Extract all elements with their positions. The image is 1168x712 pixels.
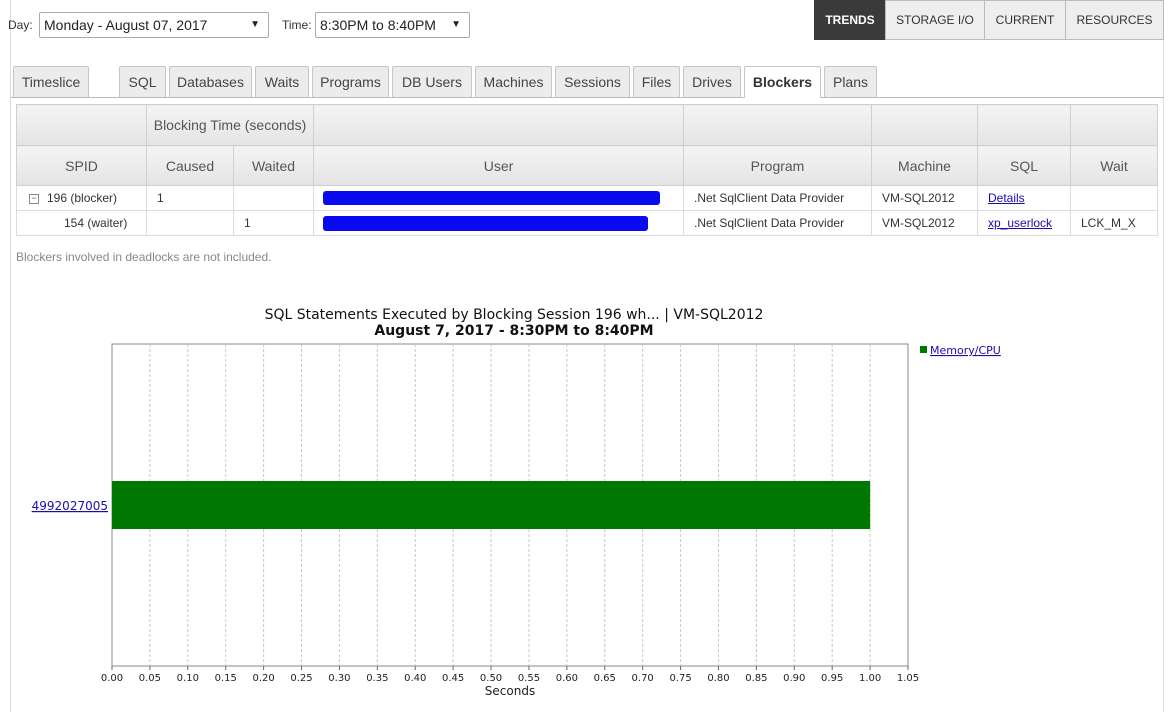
- table-header-spacer: [16, 104, 147, 146]
- top-toolbar: Day: Monday - August 07, 2017 ▼ Time: 8:…: [0, 0, 1168, 50]
- deadlock-note: Blockers involved in deadlocks are not i…: [16, 250, 272, 264]
- nav-resources-button[interactable]: RESOURCES: [1065, 0, 1164, 40]
- tab-programs[interactable]: Programs: [312, 66, 389, 97]
- tab-databases[interactable]: Databases: [169, 66, 252, 97]
- tab-machines[interactable]: Machines: [475, 66, 552, 97]
- nav-trends-button[interactable]: TRENDS: [814, 0, 886, 40]
- x-tick-label: 1.00: [859, 673, 881, 684]
- x-axis-label: Seconds: [485, 684, 535, 698]
- x-tick-label: 0.90: [783, 673, 805, 684]
- x-tick-label: 0.55: [518, 673, 540, 684]
- day-select-value: Monday - August 07, 2017: [44, 17, 208, 33]
- machine-cell: VM-SQL2012: [871, 185, 978, 211]
- day-label: Day:: [8, 18, 33, 32]
- x-tick-label: 0.70: [632, 673, 654, 684]
- waited-cell: [233, 185, 314, 211]
- redaction-mark: [323, 191, 660, 205]
- y-category-link[interactable]: 4992027005: [32, 499, 108, 513]
- program-cell: .Net SqlClient Data Provider: [683, 210, 872, 236]
- x-tick-label: 1.05: [897, 673, 919, 684]
- col-wait-header[interactable]: Wait: [1070, 145, 1158, 186]
- tab-bar: Timeslice SQL Databases Waits Programs D…: [0, 66, 1168, 98]
- col-caused-header[interactable]: Caused: [146, 145, 234, 186]
- sql-cell: xp_userlock: [977, 210, 1071, 236]
- x-tick-label: 0.45: [442, 673, 464, 684]
- program-cell: .Net SqlClient Data Provider: [683, 185, 872, 211]
- chart-subtitle: August 7, 2017 - 8:30PM to 8:40PM: [374, 323, 653, 339]
- time-select[interactable]: 8:30PM to 8:40PM ▼: [315, 12, 470, 38]
- table-group-header-row: Blocking Time (seconds): [16, 104, 1158, 146]
- nav-current-button[interactable]: CURRENT: [984, 0, 1066, 40]
- waited-cell: 1: [233, 210, 314, 236]
- spid-value: 154 (waiter): [64, 216, 128, 230]
- chart-title: SQL Statements Executed by Blocking Sess…: [265, 307, 764, 323]
- x-tick-label: 0.00: [101, 673, 123, 684]
- sql-cell: Details: [977, 185, 1071, 211]
- bar[interactable]: [112, 481, 871, 529]
- col-sql-header[interactable]: SQL: [977, 145, 1071, 186]
- spid-cell: −196 (blocker): [16, 185, 147, 211]
- chevron-down-icon: ▼: [451, 19, 461, 30]
- time-select-value: 8:30PM to 8:40PM: [320, 17, 436, 33]
- sql-xp-userlock-link[interactable]: xp_userlock: [988, 216, 1052, 230]
- caused-cell: 1: [146, 185, 234, 211]
- collapse-minus-icon[interactable]: −: [29, 193, 39, 204]
- spid-value: 196 (blocker): [47, 191, 118, 205]
- table-header-spacer: [313, 104, 684, 146]
- table-header-row: SPID Caused Waited User Program Machine …: [16, 145, 1158, 186]
- x-tick-label: 0.10: [177, 673, 199, 684]
- table-header-spacer: [871, 104, 978, 146]
- x-tick-label: 0.35: [366, 673, 388, 684]
- x-tick-label: 0.75: [669, 673, 691, 684]
- tab-blockers[interactable]: Blockers: [744, 66, 821, 98]
- legend-memory-cpu[interactable]: Memory/CPU: [930, 344, 1001, 357]
- col-waited-header[interactable]: Waited: [233, 145, 314, 186]
- x-tick-label: 0.30: [328, 673, 350, 684]
- x-tick-label: 0.15: [215, 673, 237, 684]
- tab-sessions[interactable]: Sessions: [555, 66, 630, 97]
- wait-cell: [1070, 185, 1158, 211]
- redaction-mark: [323, 216, 648, 231]
- nav-storage-io-button[interactable]: STORAGE I/O: [885, 0, 985, 40]
- time-label: Time:: [282, 18, 312, 32]
- tab-sql[interactable]: SQL: [119, 66, 166, 97]
- tab-files[interactable]: Files: [633, 66, 680, 97]
- legend-swatch: [920, 346, 927, 353]
- day-select[interactable]: Monday - August 07, 2017 ▼: [39, 12, 269, 38]
- chevron-down-icon: ▼: [250, 19, 260, 30]
- col-spid-header[interactable]: SPID: [16, 145, 147, 186]
- x-tick-label: 0.50: [480, 673, 502, 684]
- x-tick-label: 0.95: [821, 673, 843, 684]
- tab-db-users[interactable]: DB Users: [392, 66, 472, 97]
- col-machine-header[interactable]: Machine: [871, 145, 978, 186]
- spid-cell: 154 (waiter): [16, 210, 147, 236]
- x-tick-label: 0.80: [707, 673, 729, 684]
- col-program-header[interactable]: Program: [683, 145, 872, 186]
- tab-timeslice[interactable]: Timeslice: [13, 66, 89, 97]
- x-tick-label: 0.60: [556, 673, 578, 684]
- table-header-spacer: [683, 104, 872, 146]
- x-tick-label: 0.05: [139, 673, 161, 684]
- x-tick-label: 0.65: [594, 673, 616, 684]
- x-tick-label: 0.40: [404, 673, 426, 684]
- table-header-spacer: [977, 104, 1071, 146]
- x-tick-label: 0.85: [745, 673, 767, 684]
- blocking-sql-chart: SQL Statements Executed by Blocking Sess…: [32, 307, 1001, 698]
- tab-plans[interactable]: Plans: [824, 66, 877, 97]
- tab-drives[interactable]: Drives: [683, 66, 741, 97]
- machine-cell: VM-SQL2012: [871, 210, 978, 236]
- blocking-time-header: Blocking Time (seconds): [146, 104, 314, 146]
- wait-cell: LCK_M_X: [1070, 210, 1158, 236]
- sql-details-link[interactable]: Details: [988, 191, 1025, 205]
- x-tick-label: 0.25: [290, 673, 312, 684]
- col-user-header[interactable]: User: [313, 145, 684, 186]
- table-header-spacer: [1070, 104, 1158, 146]
- caused-cell: [146, 210, 234, 236]
- x-tick-label: 0.20: [252, 673, 274, 684]
- plot-area: 0.00 0.05 0.10 0.15 0.20 0.25 0.30 0.35 0.40 0.45…: [32, 343, 919, 684]
- tab-waits[interactable]: Waits: [255, 66, 309, 97]
